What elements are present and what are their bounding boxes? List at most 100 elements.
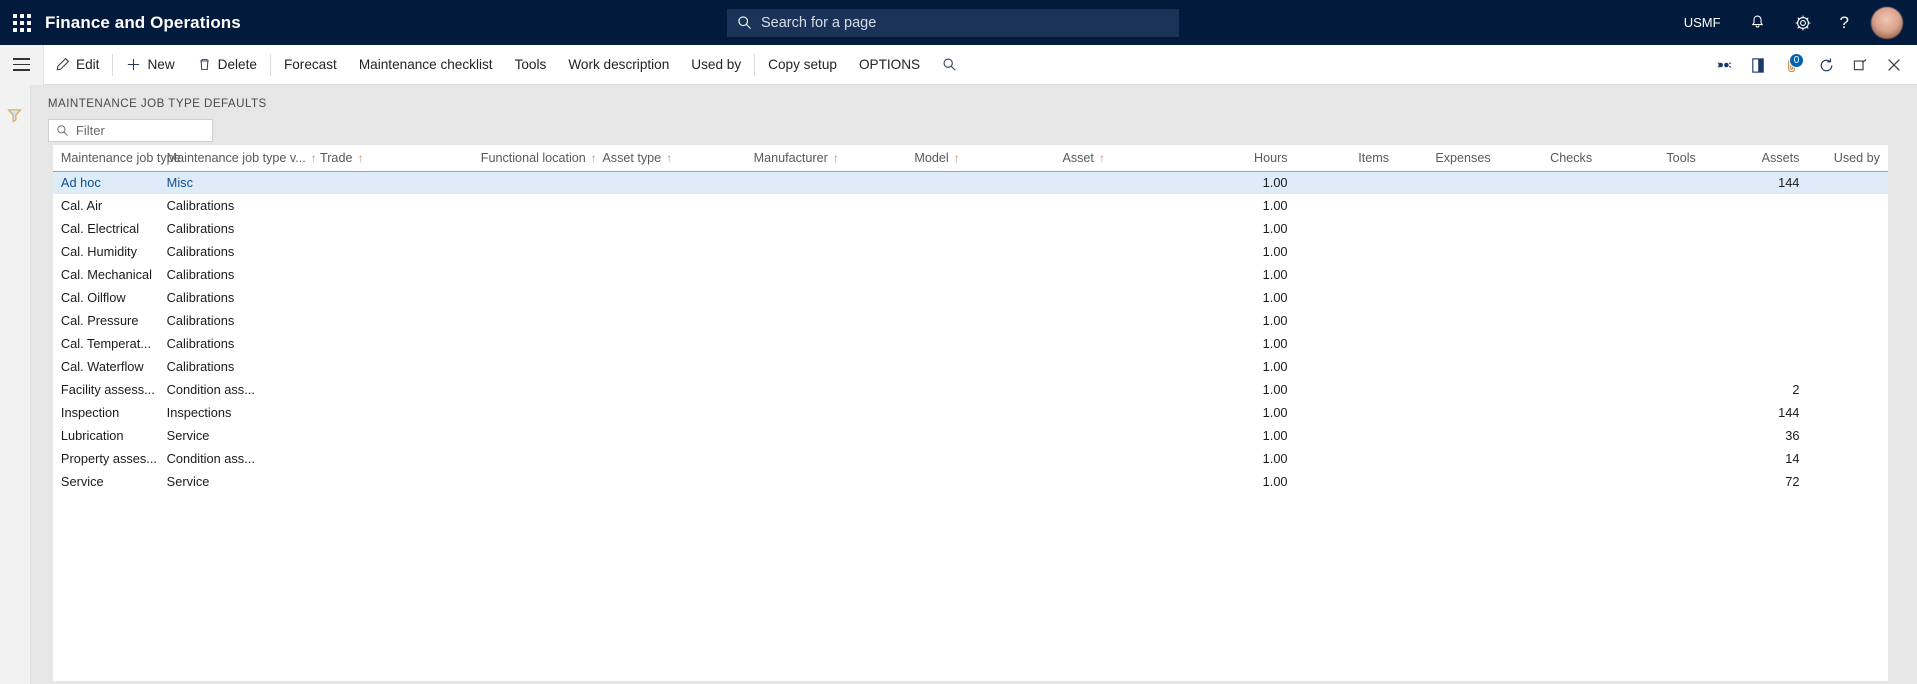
table-cell[interactable]	[1600, 286, 1704, 309]
table-cell[interactable]	[906, 401, 1054, 424]
table-cell[interactable]	[312, 194, 473, 217]
table-cell[interactable]	[906, 332, 1054, 355]
table-cell[interactable]	[312, 355, 473, 378]
table-cell[interactable]	[1397, 240, 1499, 263]
table-cell[interactable]	[1397, 447, 1499, 470]
table-cell[interactable]: 1.00	[1192, 355, 1296, 378]
table-cell[interactable]	[1704, 332, 1808, 355]
table-cell[interactable]	[746, 332, 907, 355]
table-row[interactable]: Cal. Waterflow Calibrations 1.00	[52, 355, 1888, 378]
table-cell[interactable]	[1600, 378, 1704, 401]
table-cell[interactable]	[1600, 355, 1704, 378]
table-cell[interactable]	[746, 286, 907, 309]
table-cell[interactable]	[312, 309, 473, 332]
table-cell[interactable]	[594, 447, 745, 470]
table-cell[interactable]	[312, 447, 473, 470]
table-cell[interactable]	[1499, 194, 1601, 217]
table-cell[interactable]	[746, 470, 907, 493]
table-cell[interactable]	[1704, 194, 1808, 217]
table-cell[interactable]: Property asses...	[53, 447, 159, 470]
table-row[interactable]: Ad hoc Misc 1.00 144	[52, 171, 1888, 194]
table-cell[interactable]	[1397, 171, 1499, 194]
bell-icon[interactable]	[1735, 0, 1780, 45]
column-header-assets[interactable]: Assets	[1703, 145, 1808, 172]
table-cell[interactable]	[746, 171, 907, 194]
table-cell[interactable]	[594, 309, 745, 332]
table-cell[interactable]: 144	[1704, 171, 1808, 194]
table-cell[interactable]	[1397, 378, 1499, 401]
table-cell[interactable]: Facility assess...	[53, 378, 159, 401]
table-cell[interactable]	[312, 171, 473, 194]
table-cell[interactable]	[1807, 263, 1887, 286]
gear-icon[interactable]	[1780, 0, 1826, 45]
user-avatar[interactable]	[1871, 6, 1903, 39]
app-launcher-icon[interactable]	[11, 12, 33, 34]
table-cell[interactable]: Calibrations	[159, 355, 312, 378]
share-icon[interactable]	[1707, 45, 1741, 85]
table-cell[interactable]	[1499, 355, 1601, 378]
table-row[interactable]: Facility assess... Condition ass... 1.00 2	[52, 378, 1888, 401]
copy-setup-button[interactable]: Copy setup	[757, 45, 848, 85]
table-cell[interactable]	[746, 401, 907, 424]
table-cell[interactable]: Service	[53, 470, 159, 493]
table-cell[interactable]	[473, 401, 595, 424]
table-cell[interactable]: 1.00	[1192, 401, 1296, 424]
work-description-button[interactable]: Work description	[557, 45, 680, 85]
table-cell[interactable]	[1600, 401, 1704, 424]
table-cell[interactable]: 1.00	[1192, 470, 1296, 493]
table-cell[interactable]: Cal. Air	[53, 194, 159, 217]
sort-ascending-icon[interactable]: ↑	[311, 151, 317, 165]
attachment-icon[interactable]: 0	[1775, 45, 1809, 85]
table-cell[interactable]	[1296, 401, 1398, 424]
table-cell[interactable]	[1499, 263, 1601, 286]
toolbar-search-button[interactable]	[931, 45, 968, 85]
table-cell[interactable]	[1704, 286, 1808, 309]
table-cell[interactable]	[1397, 401, 1499, 424]
table-cell[interactable]	[1499, 240, 1601, 263]
sort-ascending-icon[interactable]: ↑	[1099, 151, 1105, 165]
table-cell[interactable]	[1296, 309, 1398, 332]
table-cell[interactable]	[594, 263, 745, 286]
table-cell[interactable]: 1.00	[1192, 263, 1296, 286]
column-header-asset-type[interactable]: Asset type ↑	[594, 145, 746, 172]
table-cell[interactable]	[1296, 263, 1398, 286]
table-cell[interactable]	[473, 286, 595, 309]
table-cell[interactable]	[906, 355, 1054, 378]
table-cell[interactable]: 1.00	[1192, 309, 1296, 332]
table-cell[interactable]	[1807, 378, 1887, 401]
table-cell[interactable]	[594, 424, 745, 447]
table-cell[interactable]	[312, 424, 473, 447]
company-selector[interactable]: USMF	[1670, 0, 1735, 45]
table-cell[interactable]	[1600, 424, 1704, 447]
column-header-checks[interactable]: Checks	[1498, 145, 1601, 172]
table-cell[interactable]: 14	[1704, 447, 1808, 470]
table-row[interactable]: Cal. Mechanical Calibrations 1.00	[52, 263, 1888, 286]
table-cell[interactable]: Condition ass...	[159, 447, 312, 470]
table-cell[interactable]	[1704, 355, 1808, 378]
column-header-manufacturer[interactable]: Manufacturer ↑	[745, 145, 907, 172]
table-cell[interactable]: 72	[1704, 470, 1808, 493]
table-cell[interactable]	[1054, 332, 1191, 355]
table-cell[interactable]: Calibrations	[159, 309, 312, 332]
table-cell[interactable]	[906, 309, 1054, 332]
search-input[interactable]	[761, 14, 1169, 31]
table-cell[interactable]: Cal. Oilflow	[53, 286, 159, 309]
table-cell[interactable]	[746, 309, 907, 332]
table-cell[interactable]: 1.00	[1192, 332, 1296, 355]
table-cell[interactable]	[1807, 171, 1887, 194]
table-cell[interactable]	[1499, 378, 1601, 401]
table-cell[interactable]: Calibrations	[159, 217, 312, 240]
column-header-maintenance-job-type[interactable]: Maintenance job type	[52, 145, 181, 172]
table-cell[interactable]: Service	[159, 470, 312, 493]
table-cell[interactable]	[1054, 286, 1191, 309]
table-cell[interactable]	[746, 217, 907, 240]
table-cell[interactable]	[1499, 332, 1601, 355]
table-cell[interactable]	[1499, 401, 1601, 424]
table-cell[interactable]: Calibrations	[159, 286, 312, 309]
table-cell[interactable]: Calibrations	[159, 194, 312, 217]
table-cell[interactable]	[1600, 470, 1704, 493]
table-cell[interactable]	[906, 424, 1054, 447]
table-cell[interactable]	[594, 171, 745, 194]
sort-ascending-icon[interactable]: ↑	[833, 151, 839, 165]
table-row[interactable]: Cal. Air Calibrations 1.00	[52, 194, 1888, 217]
